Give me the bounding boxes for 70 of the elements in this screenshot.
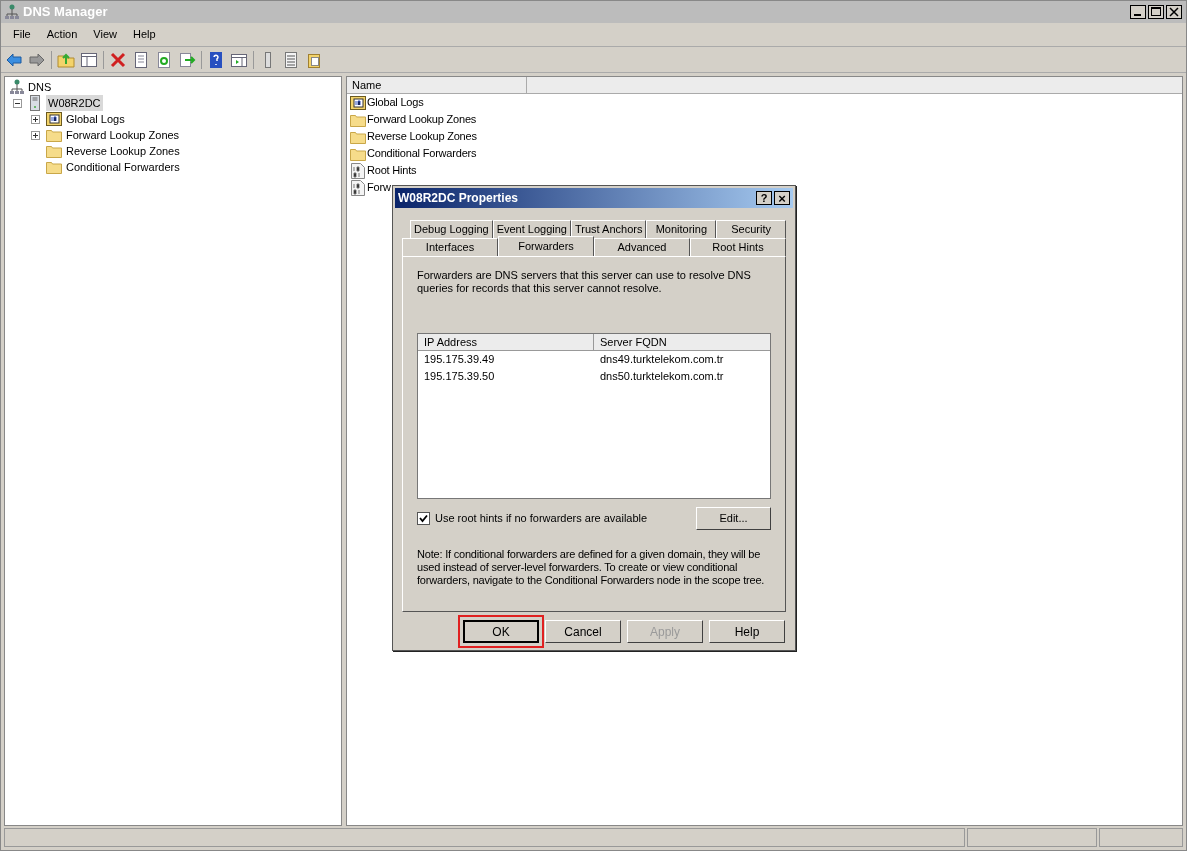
tab[interactable]: Security [716,220,786,238]
checkmark-icon [419,514,428,523]
checkbox-label: Use root hints if no forwarders are available [435,511,648,527]
description-text: Forwarders are DNS servers that this server can use to resolve DNS queries for records that this server cannot resolve. [417,269,752,295]
help-icon[interactable] [207,50,225,69]
tab[interactable]: Monitoring [646,220,717,238]
tree-item[interactable]: Forward Lookup Zones [66,126,180,144]
tab[interactable]: Trust Anchors [570,220,647,238]
column-header[interactable]: Server FQDN [594,334,770,351]
dialog-button[interactable]: Cancel [545,620,621,643]
list-item[interactable]: Reverse Lookup Zones [367,128,477,145]
checkbox[interactable] [417,512,430,525]
folder-icon [350,112,366,127]
tab[interactable]: Root Hints [690,238,786,256]
list-item[interactable]: Root Hints [367,162,417,179]
menu-item[interactable]: Help [124,26,164,43]
list-item[interactable]: Forw [367,179,391,196]
document-icon [351,162,365,179]
dialog-button[interactable]: OK [463,620,539,643]
close-icon[interactable] [1166,5,1182,19]
list-item[interactable]: Forward Lookup Zones [367,111,477,128]
column-header[interactable]: Name [347,77,527,94]
tree-item[interactable]: Global Logs [66,110,125,128]
log-icon [350,95,366,110]
table-cell-text: dns50.turktelekom.com.tr [599,369,725,385]
folder-icon [350,146,366,161]
close-button[interactable]: × [774,191,790,205]
maximize-icon[interactable] [1148,5,1164,19]
collapse-icon[interactable] [12,98,22,108]
folder-icon [350,129,366,144]
dialog-title: W08R2DC Properties [398,190,519,207]
tab[interactable]: Forwarders [498,236,594,256]
folder-icon [46,144,62,158]
minimize-icon[interactable] [1130,5,1146,19]
tree-item[interactable]: Reverse Lookup Zones [66,142,180,160]
dialog-button[interactable]: Help [709,620,785,643]
list-item[interactable]: Global Logs [367,94,424,111]
note-text: Note: If conditional forwarders are defined for a given domain, they will be used instead of server-level forwarders. To create or view conditional forwarders, navigate to the Conditional Forwarders node in the scope tree. [417,548,766,587]
network-icon [10,79,24,95]
expand-icon[interactable] [30,130,40,140]
tab[interactable]: Debug Logging [410,220,493,238]
table-cell-text: dns49.turktelekom.com.tr [599,352,725,368]
menu-item[interactable]: Action [38,26,86,43]
folder-icon [46,128,62,142]
table-cell-text: 195.175.39.50 [423,369,496,385]
refresh-icon[interactable] [155,50,173,69]
menu-item[interactable]: View [85,26,125,43]
document-icon [351,179,365,196]
menu-item[interactable]: File [5,26,39,43]
expand-icon[interactable] [30,114,40,124]
tree-item[interactable]: W08R2DC [46,94,103,112]
folder-icon [46,160,62,174]
server-icon [29,95,41,111]
help-button[interactable]: ? [756,191,772,205]
tab[interactable]: Interfaces [402,238,498,256]
tree-item[interactable]: Conditional Forwarders [66,158,180,176]
column-header[interactable]: IP Address [418,334,594,351]
tree-item[interactable]: DNS [28,78,52,96]
export-icon[interactable] [178,50,196,69]
delete-icon[interactable] [109,50,127,69]
console-tree-icon[interactable] [80,50,98,69]
network-icon [5,4,19,20]
tab[interactable]: Advanced [594,238,690,256]
window-title: DNS Manager [23,3,108,22]
table-cell-text: 195.175.39.49 [423,352,496,368]
list-icon[interactable] [282,50,300,69]
properties-icon[interactable] [132,50,150,69]
list-item[interactable]: Conditional Forwarders [367,145,477,162]
log-icon [46,112,62,126]
edit-button[interactable]: Edit... [696,507,771,530]
